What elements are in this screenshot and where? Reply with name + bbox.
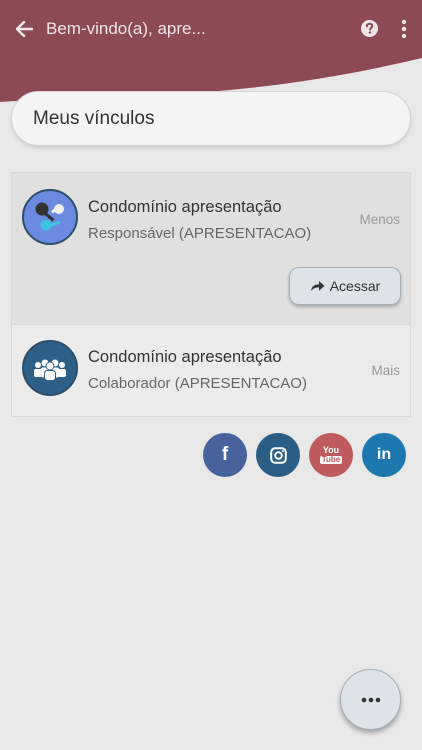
access-button[interactable]: Acessar xyxy=(289,267,401,305)
instagram-button[interactable] xyxy=(256,433,300,477)
more-actions-button[interactable] xyxy=(340,669,401,730)
item-subtitle: Colaborador (APRESENTACAO) xyxy=(88,375,307,392)
instagram-icon xyxy=(269,446,287,464)
header-title: Bem-vindo(a), apre... xyxy=(46,19,206,38)
expand-toggle[interactable]: Mais xyxy=(371,363,400,378)
youtube-button[interactable]: You Tube xyxy=(309,433,353,477)
item-title: Condomínio apresentação xyxy=(88,348,282,366)
overflow-menu-button[interactable] xyxy=(398,17,410,41)
vertical-dots-icon xyxy=(401,19,407,39)
arrow-left-icon xyxy=(15,21,33,37)
question-circle-icon xyxy=(361,20,378,37)
share-arrow-icon xyxy=(310,281,325,291)
item-subtitle: Responsável (APRESENTACAO) xyxy=(88,225,312,242)
back-button[interactable] xyxy=(12,17,36,41)
horizontal-dots-icon xyxy=(361,697,380,702)
section-title: Meus vínculos xyxy=(11,91,411,146)
list-item-colaborador[interactable]: Condomínio apresentação Colaborador (APR… xyxy=(12,325,410,416)
list-item-responsavel[interactable]: Condomínio apresentação Responsável (APR… xyxy=(12,173,410,325)
youtube-icon-label-bottom: Tube xyxy=(319,455,343,464)
keys-icon xyxy=(22,189,78,245)
collapse-toggle[interactable]: Menos xyxy=(359,212,400,227)
youtube-icon-label-top: You xyxy=(322,445,340,455)
facebook-button[interactable]: f xyxy=(203,433,247,477)
help-button[interactable] xyxy=(360,19,379,38)
linkedin-icon: in xyxy=(376,446,392,463)
access-button-label: Acessar xyxy=(329,278,381,294)
youtube-icon: You Tube xyxy=(319,445,343,464)
item-title: Condomínio apresentação xyxy=(88,198,282,216)
people-group-icon xyxy=(22,340,78,396)
app-header: Bem-vindo(a), apre... xyxy=(0,0,422,58)
linkedin-button[interactable]: in xyxy=(362,433,406,477)
bindings-list: Condomínio apresentação Responsável (APR… xyxy=(11,172,411,417)
facebook-icon: f xyxy=(221,444,229,465)
